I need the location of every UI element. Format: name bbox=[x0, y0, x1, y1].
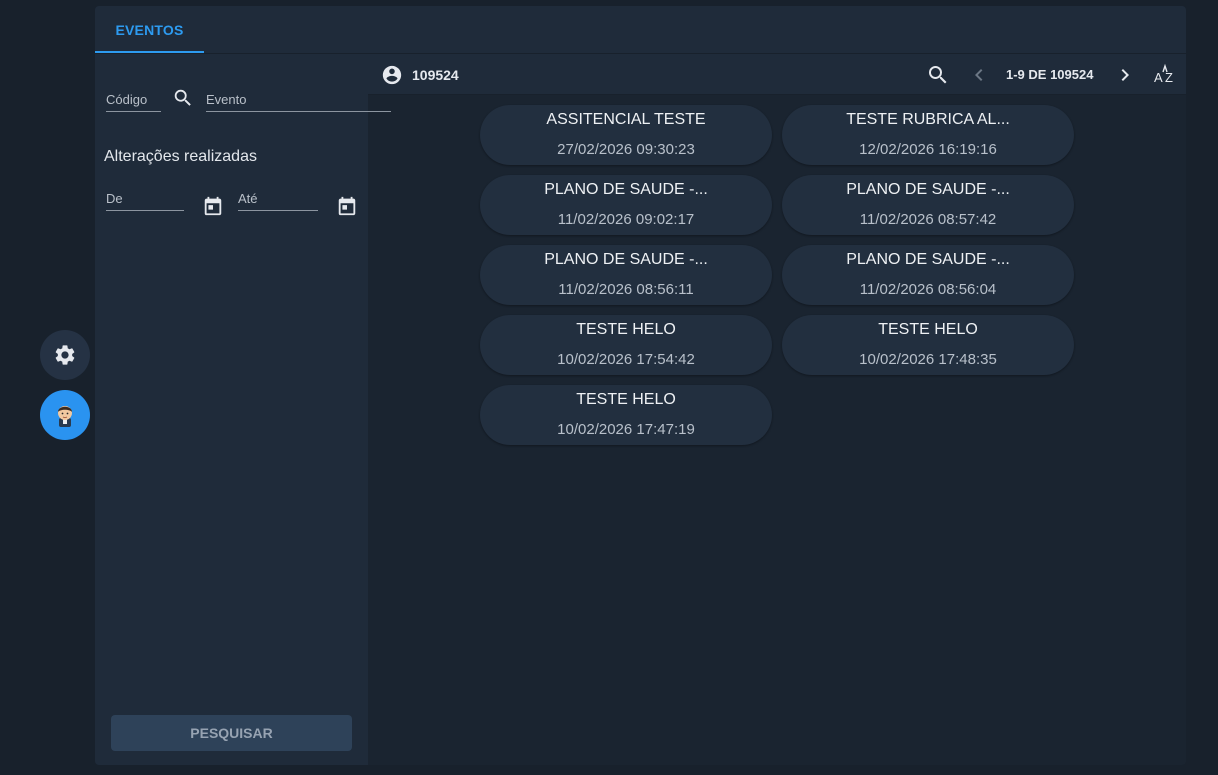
gear-icon bbox=[55, 345, 75, 365]
event-date: 11/02/2026 09:02:17 bbox=[557, 211, 695, 228]
search-icon bbox=[174, 89, 191, 106]
event-date: 27/02/2026 09:30:23 bbox=[557, 141, 695, 158]
event-card[interactable]: TESTE HELO 10/02/2026 17:54:42 bbox=[480, 315, 772, 375]
sort-alphabetical-icon: A Z bbox=[1154, 63, 1173, 85]
event-title: PLANO DE SAUDE -... bbox=[846, 181, 1010, 198]
event-title: TESTE RUBRICA AL... bbox=[846, 111, 1010, 128]
next-page-button[interactable] bbox=[1113, 63, 1137, 87]
event-date: 12/02/2026 16:19:16 bbox=[859, 141, 997, 158]
previous-page-button[interactable] bbox=[967, 63, 991, 87]
settings-button[interactable] bbox=[40, 330, 90, 380]
tab-eventos[interactable]: EVENTOS bbox=[95, 6, 204, 54]
toolbar-search-button[interactable] bbox=[926, 63, 950, 87]
date-from-picker[interactable] bbox=[202, 195, 224, 217]
event-date: 11/02/2026 08:56:11 bbox=[558, 281, 694, 298]
pesquisar-button[interactable]: PESQUISAR bbox=[111, 715, 352, 751]
event-date: 10/02/2026 17:48:35 bbox=[859, 351, 997, 368]
account-circle-icon bbox=[381, 64, 403, 86]
event-card[interactable]: PLANO DE SAUDE -... 11/02/2026 08:56:11 bbox=[480, 245, 772, 305]
event-date: 11/02/2026 08:57:42 bbox=[859, 211, 997, 228]
search-icon bbox=[929, 66, 947, 84]
event-card[interactable]: PLANO DE SAUDE -... 11/02/2026 08:57:42 bbox=[782, 175, 1074, 235]
event-title: PLANO DE SAUDE -... bbox=[544, 251, 708, 268]
tab-bar: EVENTOS bbox=[95, 6, 1186, 54]
svg-text:A: A bbox=[1154, 70, 1163, 85]
event-title: PLANO DE SAUDE -... bbox=[846, 251, 1010, 268]
results-toolbar: 109524 1-9 DE 109524 A Z bbox=[368, 54, 1186, 95]
event-title: TESTE HELO bbox=[878, 321, 978, 338]
event-card[interactable]: PLANO DE SAUDE -... 11/02/2026 09:02:17 bbox=[480, 175, 772, 235]
event-card[interactable]: ASSITENCIAL TESTE 27/02/2026 09:30:23 bbox=[480, 105, 772, 165]
event-card[interactable]: TESTE HELO 10/02/2026 17:47:19 bbox=[480, 385, 772, 445]
main-card: EVENTOS Código Evento Alterações realiza… bbox=[95, 6, 1186, 765]
event-date: 10/02/2026 17:47:19 bbox=[557, 421, 695, 438]
filter-panel: Código Evento Alterações realizadas De A… bbox=[95, 54, 391, 765]
sort-az-button[interactable]: A Z bbox=[1153, 63, 1177, 87]
event-card[interactable]: TESTE HELO 10/02/2026 17:48:35 bbox=[782, 315, 1074, 375]
section-title: Alterações realizadas bbox=[104, 148, 257, 165]
calendar-icon bbox=[338, 196, 356, 216]
chevron-left-icon bbox=[975, 69, 983, 81]
user-avatar-button[interactable] bbox=[40, 390, 90, 440]
event-title: TESTE HELO bbox=[576, 391, 676, 408]
svg-text:Z: Z bbox=[1165, 70, 1173, 85]
evento-input[interactable]: Evento bbox=[206, 88, 391, 112]
event-card[interactable]: TESTE RUBRICA AL... 12/02/2026 16:19:16 bbox=[782, 105, 1074, 165]
search-code-button[interactable] bbox=[172, 87, 194, 109]
event-date: 11/02/2026 08:56:04 bbox=[859, 281, 997, 298]
chevron-right-icon bbox=[1121, 69, 1129, 81]
codigo-input[interactable]: Código bbox=[106, 88, 161, 112]
event-date: 10/02/2026 17:54:42 bbox=[557, 351, 695, 368]
active-tab-indicator bbox=[95, 51, 204, 53]
date-from-input[interactable]: De bbox=[106, 187, 184, 211]
pagination-info: 1-9 DE 109524 bbox=[1006, 67, 1094, 82]
date-to-picker[interactable] bbox=[336, 195, 358, 217]
avatar-icon bbox=[58, 406, 72, 427]
calendar-icon bbox=[204, 196, 222, 216]
account-label: 109524 bbox=[412, 67, 459, 83]
event-title: ASSITENCIAL TESTE bbox=[546, 111, 706, 128]
date-to-input[interactable]: Até bbox=[238, 187, 318, 211]
event-card[interactable]: PLANO DE SAUDE -... 11/02/2026 08:56:04 bbox=[782, 245, 1074, 305]
event-title: PLANO DE SAUDE -... bbox=[544, 181, 708, 198]
event-title: TESTE HELO bbox=[576, 321, 676, 338]
